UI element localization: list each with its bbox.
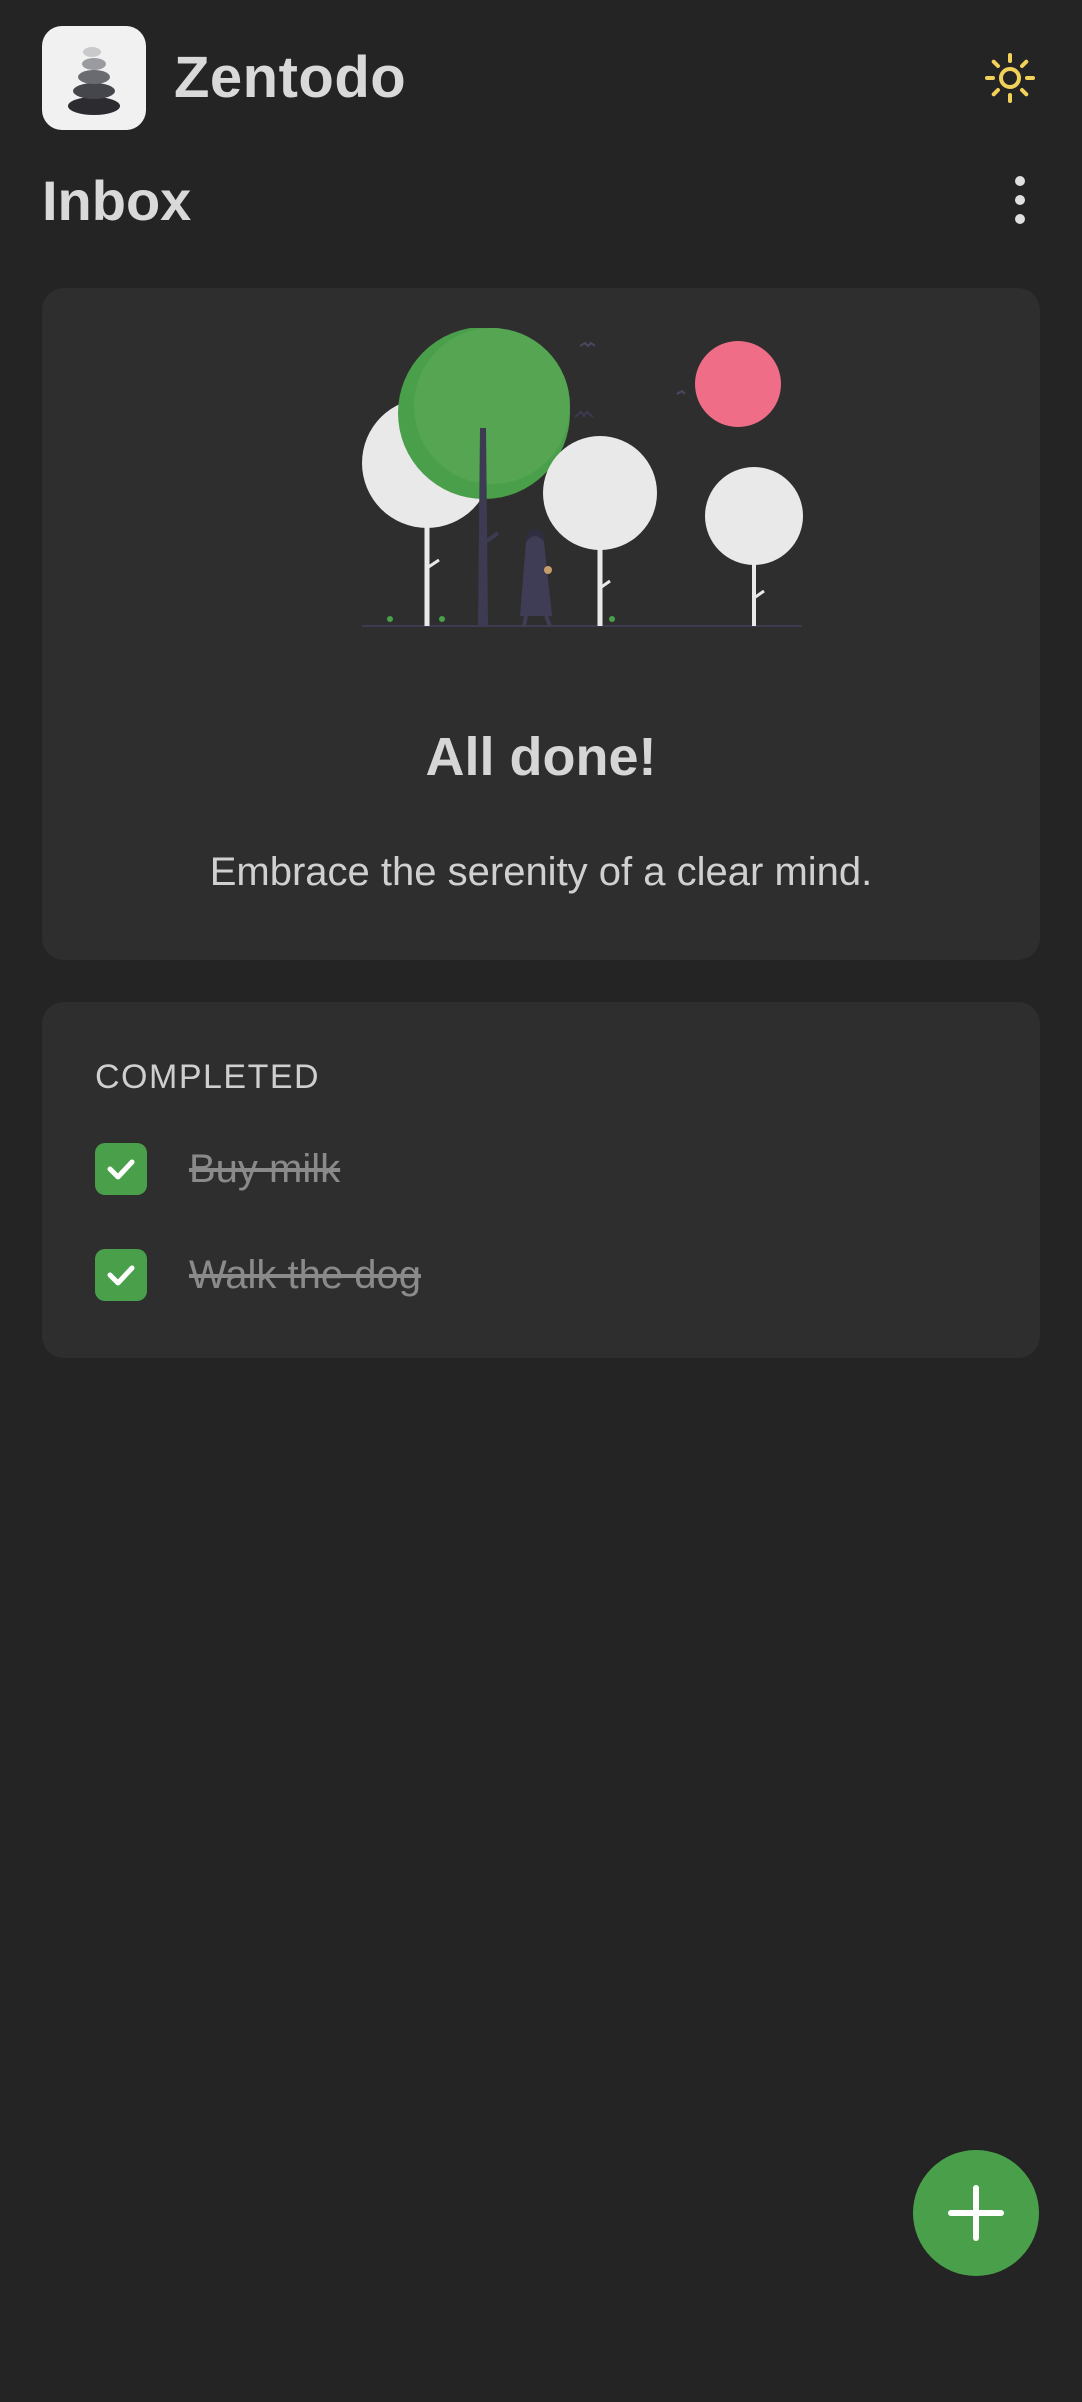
app-header: Zentodo <box>42 26 1040 130</box>
task-checkbox[interactable] <box>95 1143 147 1195</box>
stacked-stones-icon <box>68 47 120 115</box>
sun-icon <box>985 53 1035 103</box>
task-label[interactable]: Walk the dog <box>189 1253 421 1298</box>
more-options-button[interactable] <box>1000 170 1040 230</box>
plus-icon <box>948 2185 1004 2241</box>
completed-task-item: Walk the dog <box>95 1248 421 1302</box>
page-title: Inbox <box>42 169 192 232</box>
completed-task-item: Buy milk <box>95 1142 340 1196</box>
trees-illustration <box>362 328 803 627</box>
task-checkbox[interactable] <box>95 1249 147 1301</box>
empty-state-subtitle: Embrace the serenity of a clear mind. <box>209 850 873 894</box>
empty-state-card: All done! Embrace the serenity of a clea… <box>42 288 1040 960</box>
add-task-button[interactable] <box>913 2150 1039 2276</box>
theme-toggle-button[interactable] <box>980 48 1040 108</box>
task-label[interactable]: Buy milk <box>189 1147 340 1192</box>
completed-section: COMPLETED Buy milk Walk the dog <box>42 1002 1040 1358</box>
app-title: Zentodo <box>174 45 407 110</box>
check-icon <box>107 1159 135 1180</box>
app-logo <box>42 26 146 130</box>
completed-section-label: COMPLETED <box>95 1058 321 1096</box>
app-screen: Zentodo Inbox All done! Embrace the sere… <box>0 0 1082 2402</box>
check-icon <box>107 1265 135 1286</box>
more-vertical-icon <box>1015 176 1025 224</box>
empty-state-title: All done! <box>425 727 657 787</box>
